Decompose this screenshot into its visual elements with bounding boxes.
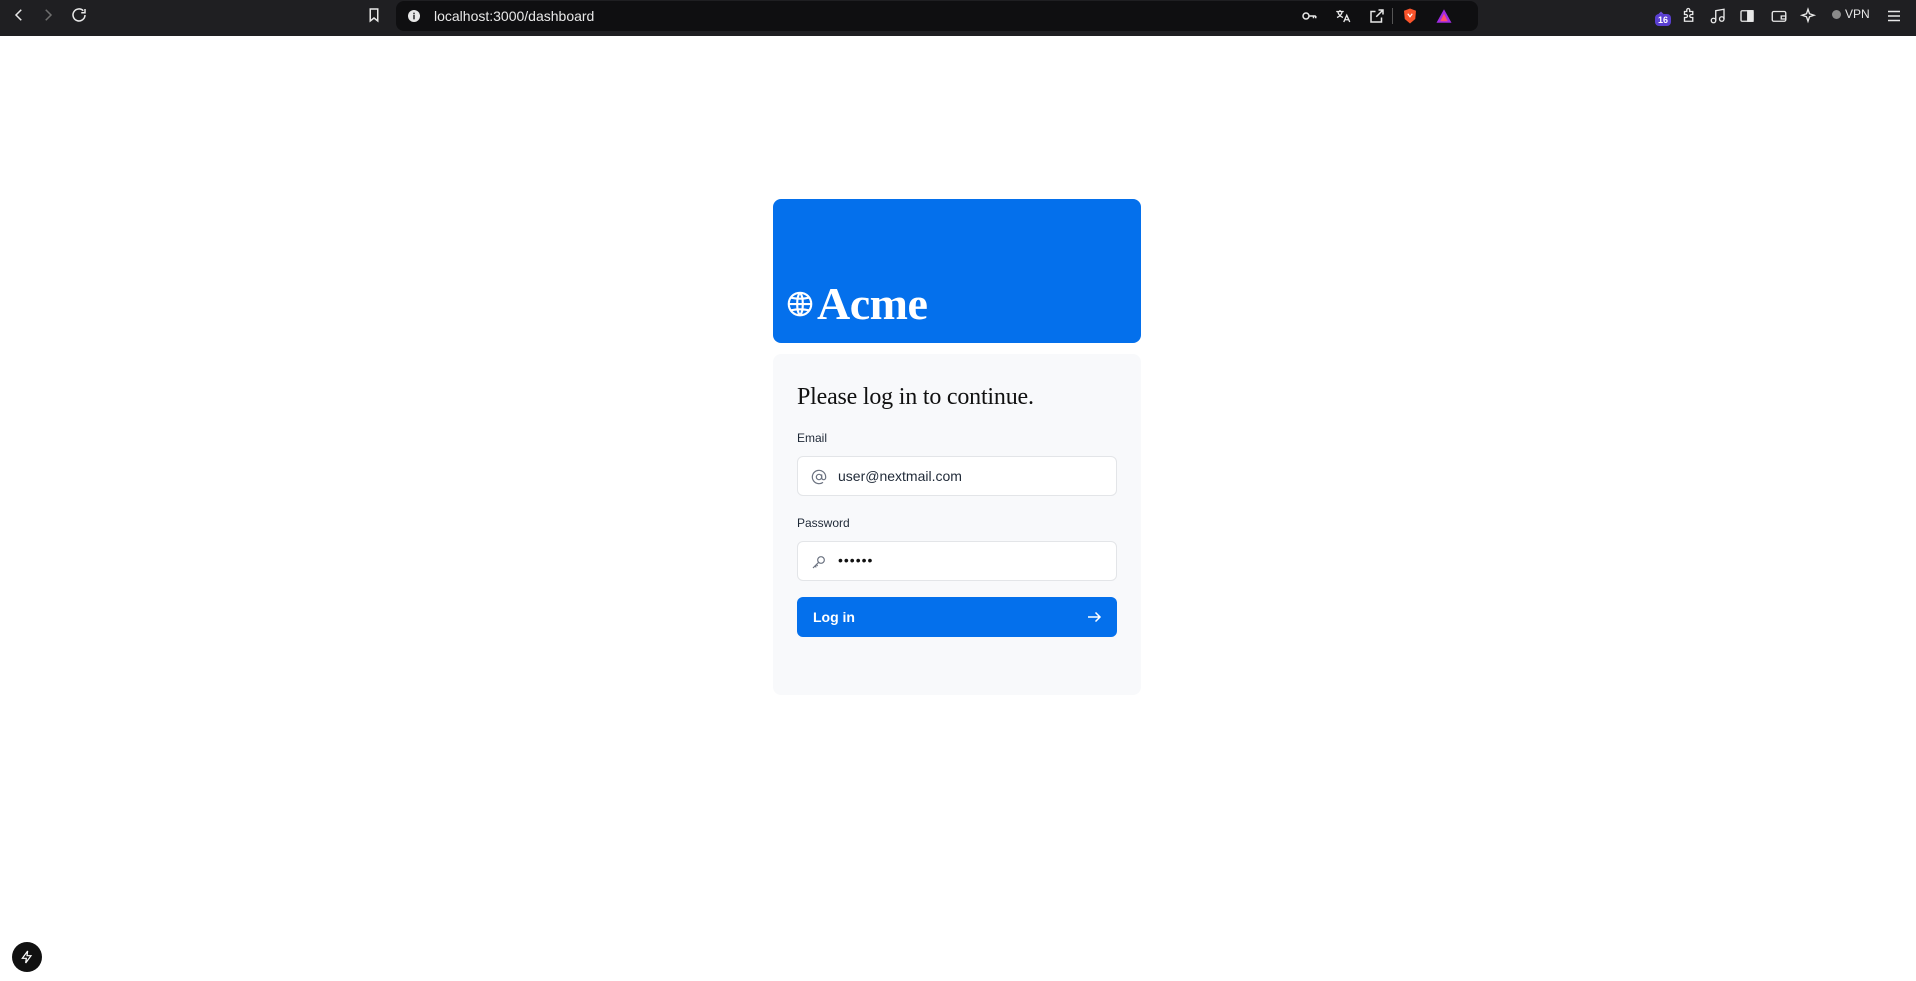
vpn-label: VPN	[1845, 7, 1870, 21]
browser-toolbar: localhost:3000/dashboard 16 VPN	[0, 0, 1916, 36]
media-music-icon[interactable]	[1708, 6, 1728, 26]
password-key-icon[interactable]	[1300, 7, 1318, 25]
share-icon[interactable]	[1368, 7, 1386, 25]
vpn-status-icon	[1832, 9, 1841, 19]
brave-shield-icon[interactable]	[1401, 7, 1419, 25]
brave-rewards-icon[interactable]	[1435, 7, 1453, 25]
email-field[interactable]: user@nextmail.com	[797, 456, 1117, 496]
globe-icon	[787, 291, 813, 317]
address-bar[interactable]: localhost:3000/dashboard	[396, 1, 1478, 31]
vpn-button[interactable]: VPN	[1832, 7, 1870, 21]
chevron-left-icon	[14, 9, 22, 21]
brand-banner: Acme	[773, 199, 1141, 343]
dev-tools-button[interactable]	[12, 942, 42, 972]
password-label: Password	[797, 516, 850, 530]
login-form: Please log in to continue. Email user@ne…	[773, 354, 1141, 695]
password-value[interactable]: ••••••	[838, 552, 873, 568]
email-value[interactable]: user@nextmail.com	[838, 468, 962, 484]
address-bar-divider	[1392, 8, 1393, 24]
translate-icon[interactable]	[1334, 7, 1352, 25]
sidebar-toggle-icon[interactable]	[1737, 6, 1757, 26]
extensions-puzzle-icon[interactable]	[1679, 6, 1699, 26]
forward-button[interactable]	[33, 0, 63, 30]
lightning-icon	[21, 950, 33, 964]
arrow-right-icon	[1088, 611, 1102, 623]
brand-name: Acme	[817, 278, 928, 329]
extension-badge: 16	[1655, 14, 1672, 26]
key-icon	[810, 553, 828, 571]
back-button[interactable]	[4, 0, 34, 30]
password-field[interactable]: ••••••	[797, 541, 1117, 581]
site-info-icon[interactable]	[406, 8, 422, 24]
menu-hamburger-icon[interactable]	[1884, 6, 1904, 26]
leo-ai-sparkle-icon[interactable]	[1798, 6, 1818, 26]
login-heading: Please log in to continue.	[797, 384, 1034, 410]
acme-logo: Acme	[785, 278, 928, 329]
bookmark-icon	[369, 8, 379, 23]
login-button[interactable]: Log in	[797, 597, 1117, 637]
login-button-label: Log in	[813, 609, 855, 625]
reload-icon	[72, 8, 86, 22]
login-card: Acme Please log in to continue. Email us…	[773, 199, 1141, 695]
reload-button[interactable]	[64, 0, 94, 30]
url-text[interactable]: localhost:3000/dashboard	[434, 8, 594, 24]
chevron-right-icon	[45, 9, 53, 21]
bookmark-button[interactable]	[359, 0, 389, 30]
at-sign-icon	[810, 468, 828, 486]
wallet-icon[interactable]	[1769, 6, 1789, 26]
email-label: Email	[797, 431, 828, 445]
